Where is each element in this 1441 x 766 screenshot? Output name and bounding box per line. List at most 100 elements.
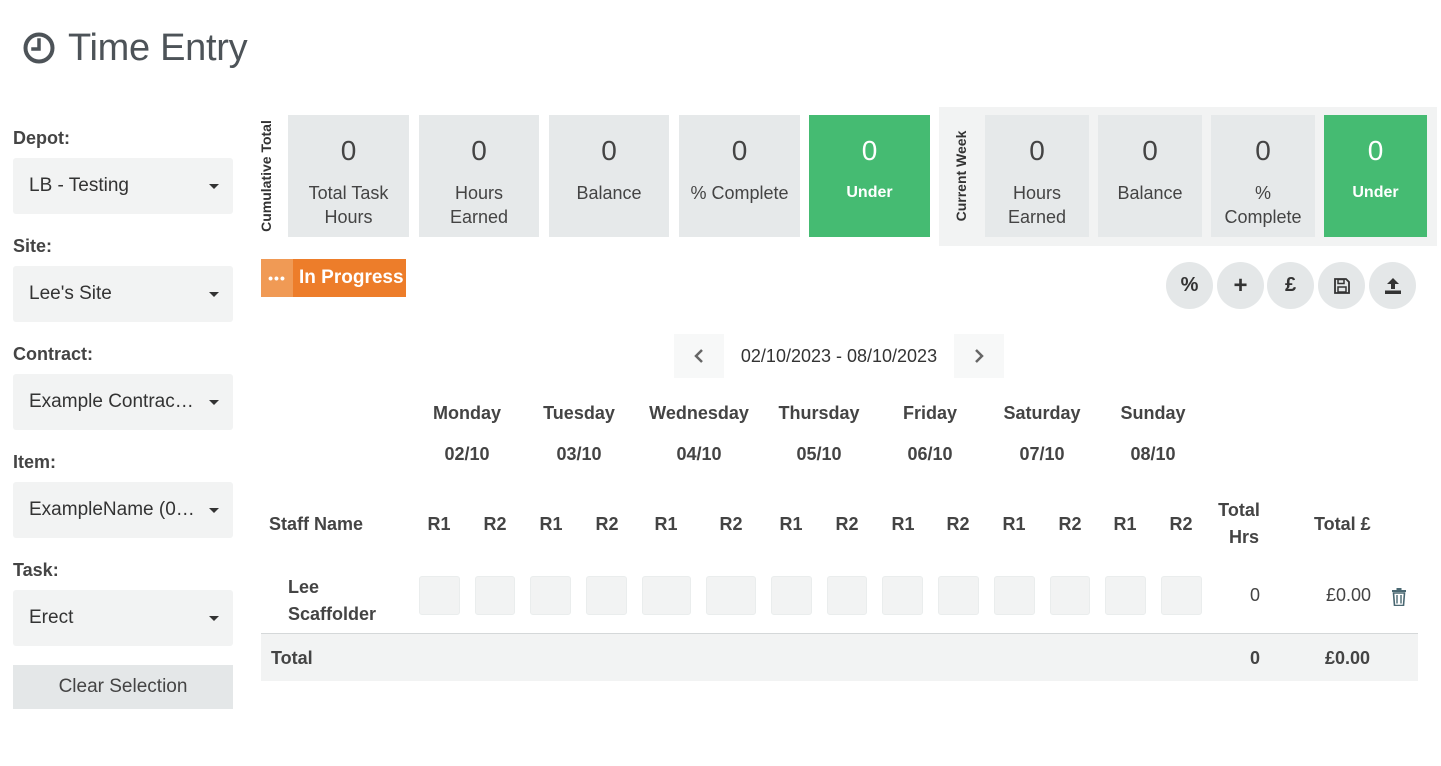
ellipsis-icon: ••• <box>261 259 293 297</box>
r2-header: R2 <box>719 514 743 534</box>
week-stat-percent-complete: 0 % Complete <box>1211 115 1315 237</box>
time-input-sat-r1[interactable] <box>994 576 1035 615</box>
row-total-hrs: 0 <box>1250 585 1261 605</box>
time-input-fri-r2[interactable] <box>938 576 979 615</box>
task-value: Erect <box>29 607 74 628</box>
task-select[interactable]: Erect <box>13 590 233 646</box>
item-field: Item: ExampleName (011) <box>13 450 233 558</box>
caret-down-icon <box>209 183 219 189</box>
stat-label: Hours Earned <box>449 183 509 227</box>
totals-gbp: £0.00 <box>1325 648 1371 668</box>
percent-button[interactable]: % <box>1166 262 1213 309</box>
status-badge[interactable]: ••• In Progress <box>261 259 406 297</box>
trash-icon[interactable] <box>1391 588 1407 606</box>
item-select[interactable]: ExampleName (011) <box>13 482 233 538</box>
time-input-wed-r2[interactable] <box>706 576 756 615</box>
add-button[interactable]: + <box>1217 262 1264 309</box>
stat-value: 0 <box>1367 135 1384 166</box>
stat-value: 0 <box>340 135 357 166</box>
caret-down-icon <box>209 615 219 621</box>
task-label: Task: <box>13 560 59 580</box>
r2-header: R2 <box>1169 514 1193 534</box>
stat-value: 0 <box>601 135 617 166</box>
site-field: Site: Lee's Site <box>13 234 233 342</box>
day-date-friday: 06/10 <box>907 444 953 464</box>
next-week-button[interactable] <box>954 334 1004 378</box>
current-week-label: Current Week <box>953 130 969 222</box>
depot-field: Depot: LB - Testing <box>13 126 233 234</box>
week-stat-hours-earned: 0 Hours Earned <box>985 115 1089 237</box>
stat-label: Under <box>1352 184 1399 201</box>
time-input-mon-r2[interactable] <box>475 576 515 615</box>
page-title-text: Time Entry <box>68 26 248 69</box>
r2-header: R2 <box>946 514 970 534</box>
r2-header: R2 <box>1058 514 1082 534</box>
upload-button[interactable] <box>1369 262 1416 309</box>
stat-value: 0 <box>861 135 878 166</box>
totals-hrs: 0 <box>1250 648 1261 668</box>
stat-label: Total Task Hours <box>308 183 389 227</box>
day-name-wednesday: Wednesday <box>649 403 749 423</box>
time-input-wed-r1[interactable] <box>642 576 691 615</box>
time-input-thu-r1[interactable] <box>771 576 812 615</box>
stat-balance: 0 Balance <box>549 115 669 237</box>
stat-value: 0 <box>731 135 748 166</box>
r2-header: R2 <box>595 514 619 534</box>
r1-header: R1 <box>427 514 451 534</box>
week-stat-under: 0 Under <box>1324 115 1427 237</box>
staff-last-name: Scaffolder <box>288 604 377 624</box>
clear-selection-button[interactable]: Clear Selection <box>13 665 233 709</box>
previous-week-button[interactable] <box>674 334 724 378</box>
contract-select[interactable]: Example Contract (6... <box>13 374 233 430</box>
time-input-sat-r2[interactable] <box>1050 576 1090 615</box>
day-name-thursday: Thursday <box>778 403 860 423</box>
day-name-tuesday: Tuesday <box>543 403 615 423</box>
upload-icon <box>1384 277 1401 294</box>
total-hrs-header: Total <box>1218 500 1260 520</box>
day-date-monday: 02/10 <box>444 444 490 464</box>
day-name-friday: Friday <box>902 403 958 423</box>
time-input-thu-r2[interactable] <box>827 576 867 615</box>
chevron-right-icon <box>975 349 984 363</box>
totals-row: Total 0 £0.00 <box>261 633 1418 681</box>
chevron-left-icon <box>694 349 703 363</box>
save-button[interactable] <box>1318 262 1365 309</box>
stat-percent-complete: 0 % Complete <box>679 115 800 237</box>
time-input-fri-r1[interactable] <box>882 576 923 615</box>
depot-label: Depot: <box>13 128 70 148</box>
percent-icon: % <box>1180 274 1199 296</box>
staff-name-cell: Lee Scaffolder <box>288 574 376 628</box>
time-input-tue-r1[interactable] <box>530 576 571 615</box>
r1-header: R1 <box>1002 514 1026 534</box>
time-input-sun-r2[interactable] <box>1161 576 1202 615</box>
item-label: Item: <box>13 452 57 472</box>
clock-icon <box>23 32 55 64</box>
staff-name-header: Staff Name <box>269 514 364 534</box>
task-field: Task: Erect <box>13 558 233 666</box>
day-date-wednesday: 04/10 <box>676 444 722 464</box>
time-input-sun-r1[interactable] <box>1105 576 1146 615</box>
total-gbp-header: Total £ <box>1314 514 1371 534</box>
r2-header: R2 <box>483 514 507 534</box>
stat-value: 0 <box>1029 135 1045 166</box>
stat-label: Under <box>846 184 893 201</box>
stat-value: 0 <box>1142 135 1158 166</box>
r1-header: R1 <box>891 514 915 534</box>
stat-label: % Complete <box>690 183 789 203</box>
stat-under: 0 Under <box>809 115 930 237</box>
stat-label: % Complete <box>1224 183 1302 227</box>
site-select[interactable]: Lee's Site <box>13 266 233 322</box>
contract-field: Contract: Example Contract (6... <box>13 342 233 450</box>
filter-sidebar: Depot: LB - Testing Site: Lee's Site Con… <box>13 126 233 709</box>
time-input-tue-r2[interactable] <box>586 576 627 615</box>
r2-header: R2 <box>835 514 859 534</box>
day-date-sunday: 08/10 <box>1130 444 1176 464</box>
day-date-tuesday: 03/10 <box>556 444 602 464</box>
day-name-sunday: Sunday <box>1120 403 1186 423</box>
stat-hours-earned: 0 Hours Earned <box>419 115 539 237</box>
caret-down-icon <box>209 291 219 297</box>
pound-button[interactable]: £ <box>1267 262 1314 309</box>
contract-label: Contract: <box>13 344 93 364</box>
time-input-mon-r1[interactable] <box>419 576 460 615</box>
depot-select[interactable]: LB - Testing <box>13 158 233 214</box>
